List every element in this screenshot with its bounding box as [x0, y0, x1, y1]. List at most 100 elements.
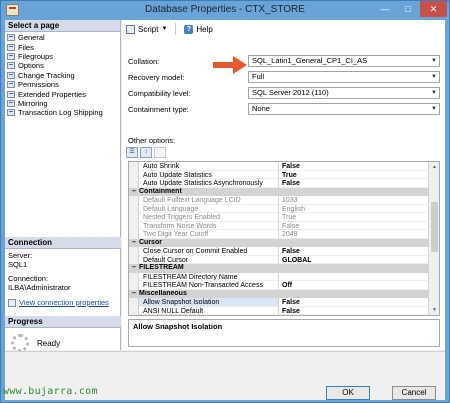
- title-bar[interactable]: Database Properties - CTX_STORE — □ ✕: [1, 1, 449, 20]
- connection-info: Server: SQL1 Connection: ILBA\Administra…: [8, 251, 118, 307]
- grid-category[interactable]: – Cursor: [129, 238, 429, 248]
- containment-type-value: None: [252, 104, 270, 113]
- grid-row[interactable]: Default Language English: [129, 204, 429, 213]
- grid-row-value[interactable]: 1033: [279, 196, 429, 205]
- page-item-change-tracking[interactable]: Change Tracking: [5, 71, 120, 80]
- grid-row-margin: [129, 179, 139, 188]
- grid-row-margin: [129, 230, 139, 239]
- minimize-button[interactable]: —: [374, 1, 396, 17]
- grid-row-value[interactable]: False: [279, 179, 429, 188]
- containment-type-dropdown[interactable]: None ▼: [248, 103, 440, 115]
- help-button[interactable]: ? Help: [184, 24, 213, 34]
- chevron-down-icon: ▼: [431, 58, 437, 64]
- page-item-general[interactable]: General: [5, 33, 120, 42]
- cancel-button[interactable]: Cancel: [392, 386, 436, 400]
- page-icon: [7, 52, 15, 60]
- page-item-transaction-log-shipping[interactable]: Transaction Log Shipping: [5, 108, 120, 117]
- page-item-files[interactable]: Files: [5, 42, 120, 52]
- chevron-down-icon: ▼: [431, 106, 437, 112]
- recovery-model-dropdown[interactable]: Full ▼: [248, 71, 440, 83]
- grid-row[interactable]: Allow Snapshot Isolation False: [129, 298, 429, 307]
- view-connection-label[interactable]: View connection properties: [19, 298, 109, 307]
- page-item-permissions[interactable]: Permissions: [5, 80, 120, 89]
- grid-row[interactable]: Two Digit Year Cutoff 2049: [129, 230, 429, 239]
- grid-row[interactable]: FILESTREAM Non-Transacted Access Off: [129, 281, 429, 290]
- grid-row-value[interactable]: GLOBAL: [279, 256, 429, 264]
- categorized-view-icon[interactable]: ☰: [126, 147, 138, 158]
- grid-row-margin: [129, 247, 139, 256]
- page-item-options[interactable]: Options: [5, 61, 120, 70]
- maximize-button[interactable]: □: [397, 1, 419, 17]
- connection-value: ILBA\Administrator: [8, 283, 71, 292]
- grid-row-margin: [129, 221, 139, 230]
- sort-alphabetical-icon[interactable]: ↕: [140, 147, 152, 158]
- grid-row[interactable]: FILESTREAM Directory Name: [129, 272, 429, 281]
- chevron-down-icon[interactable]: ▼: [161, 26, 167, 32]
- collapse-icon[interactable]: –: [129, 290, 139, 299]
- grid-row[interactable]: Default Fulltext Language LCID 1033: [129, 196, 429, 205]
- progress-spinner-icon: [11, 334, 29, 352]
- grid-row-value[interactable]: False: [279, 162, 429, 171]
- grid-row[interactable]: Auto Update Statistics Asynchronously Fal…: [129, 179, 429, 188]
- collapse-icon[interactable]: –: [129, 264, 139, 273]
- page-item-label: Filegroups: [18, 51, 54, 61]
- compatibility-level-dropdown[interactable]: SQL Server 2012 (110) ▼: [248, 87, 440, 99]
- page-icon: [7, 99, 15, 107]
- script-button[interactable]: Script ▼: [126, 24, 167, 34]
- toolbar: Script ▼ ? Help: [122, 20, 445, 38]
- grid-toolbar: ☰ ↕: [126, 147, 166, 158]
- ok-button[interactable]: OK: [326, 386, 370, 400]
- collation-dropdown[interactable]: SQL_Latin1_General_CP1_CI_AS ▼: [248, 55, 440, 67]
- other-options-label: Other options:: [128, 136, 176, 145]
- scroll-up-icon[interactable]: ▲: [429, 162, 439, 172]
- collation-label: Collation:: [128, 56, 160, 66]
- grid-row-name: Default Fulltext Language LCID: [139, 196, 279, 205]
- scrollbar-thumb[interactable]: [431, 202, 438, 252]
- help-icon: ?: [184, 24, 194, 34]
- grid-row-value[interactable]: False: [279, 307, 429, 315]
- grid-row-name: FILESTREAM Directory Name: [139, 272, 279, 281]
- grid-category[interactable]: – Miscellaneous: [129, 289, 429, 299]
- grid-category[interactable]: – Containment: [129, 187, 429, 197]
- grid-row-name: Transform Noise Words: [139, 221, 279, 230]
- grid-row-name: Close Cursor on Commit Enabled: [139, 247, 279, 256]
- page-item-mirroring[interactable]: Mirroring: [5, 99, 120, 108]
- view-connection-link[interactable]: View connection properties: [8, 298, 118, 307]
- grid-scrollbar[interactable]: ▲ ▼: [428, 162, 439, 315]
- grid-row[interactable]: Nested Triggers Enabled True: [129, 213, 429, 222]
- grid-row-value[interactable]: False: [279, 298, 429, 307]
- property-pages-icon[interactable]: [154, 147, 166, 158]
- grid-row-value[interactable]: False: [279, 247, 429, 256]
- grid-row[interactable]: Close Cursor on Commit Enabled False: [129, 247, 429, 256]
- grid-row-value[interactable]: [279, 273, 429, 281]
- grid-row[interactable]: ANSI NULL Default False: [129, 306, 429, 315]
- grid-row-name: Default Cursor: [139, 255, 279, 264]
- collapse-icon[interactable]: –: [129, 188, 139, 197]
- page-item-label: Permissions: [18, 80, 59, 90]
- page-icon: [7, 62, 15, 70]
- containment-type-label: Containment type:: [128, 104, 189, 114]
- grid-row[interactable]: Default Cursor GLOBAL: [129, 255, 429, 264]
- grid-row[interactable]: Transform Noise Words False: [129, 221, 429, 230]
- page-icon: [7, 34, 15, 42]
- grid-row-margin: [129, 298, 139, 307]
- page-item-filegroups[interactable]: Filegroups: [5, 52, 120, 61]
- grid-row-margin: [129, 204, 139, 213]
- collapse-icon[interactable]: –: [129, 239, 139, 248]
- close-button[interactable]: ✕: [420, 1, 447, 17]
- grid-row-value[interactable]: False: [279, 222, 429, 230]
- grid-row-value[interactable]: 2049: [279, 230, 429, 239]
- grid-row-value[interactable]: True: [279, 213, 429, 222]
- database-properties-window: Database Properties - CTX_STORE — □ ✕ Se…: [0, 0, 450, 403]
- grid-category[interactable]: – FILESTREAM: [129, 264, 429, 273]
- grid-row[interactable]: Auto Update Statistics True: [129, 170, 429, 179]
- grid-row-value[interactable]: English: [279, 205, 429, 213]
- grid-row-value[interactable]: True: [279, 171, 429, 179]
- page-item-extended-properties[interactable]: Extended Properties: [5, 89, 120, 99]
- dialog-client: Select a page General Files Filegroups Opti…: [5, 20, 445, 400]
- grid-row-value[interactable]: Off: [279, 281, 429, 290]
- grid-row-margin: [129, 162, 139, 171]
- grid-row[interactable]: Auto Shrink False: [129, 162, 429, 171]
- property-grid[interactable]: ANSI NULL Default False Allow Snapshot Iso…: [128, 161, 440, 316]
- scroll-down-icon[interactable]: ▼: [429, 305, 439, 315]
